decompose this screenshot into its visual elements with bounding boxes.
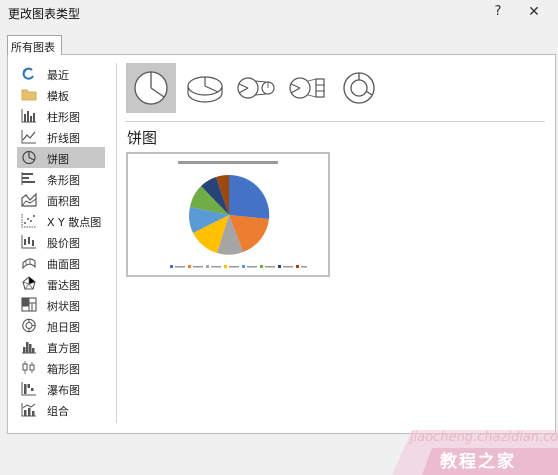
sidebar-item-treemap[interactable]: 树状图 [17,294,105,315]
sidebar-item-label: 饼图 [47,153,69,166]
sidebar-item-stock[interactable]: 股价图 [17,231,105,252]
box-whisker-chart-icon [22,361,35,374]
scatter-chart-icon [21,214,36,228]
bar-of-pie-icon [289,77,325,99]
column-chart-icon [21,109,36,123]
sidebar-item-waterfall[interactable]: 瀑布图 [17,378,105,399]
subtype-3d-pie-button[interactable] [180,63,230,113]
watermark-url: jiaocheng.chazidian.com [410,430,558,445]
dialog-title: 更改图表类型 [8,7,81,21]
radar-chart-icon [22,276,36,290]
surface-chart-icon [22,258,36,270]
sidebar-item-label: 柱形图 [47,111,80,124]
sidebar-item-label: 面积图 [47,195,80,208]
pie-of-pie-icon [237,77,275,99]
pie-chart-icon [22,150,36,165]
sidebar-item-label: 股价图 [47,237,80,250]
treemap-chart-icon [21,297,37,312]
line-chart-icon [21,130,36,144]
sidebar-item-box-whisker[interactable]: 箱形图 [17,357,105,378]
sidebar-item-label: 组合 [47,405,69,418]
sidebar-item-line[interactable]: 折线图 [17,126,105,147]
sidebar-item-label: 旭日图 [47,321,80,334]
area-chart-icon [21,192,37,207]
sunburst-chart-icon [22,318,36,333]
sidebar-item-label: 直方图 [47,342,80,355]
sidebar-item-label: 折线图 [47,132,80,145]
sidebar-item-label: 模板 [47,90,69,103]
sidebar-item-recent[interactable]: 最近 [17,63,105,84]
sidebar-item-scatter[interactable]: X Y 散点图 [17,210,105,231]
pie-slice [229,174,270,219]
sidebar-item-sunburst[interactable]: 旭日图 [17,315,105,336]
sidebar-item-label: 箱形图 [47,363,80,376]
sidebar-item-histogram[interactable]: 直方图 [17,336,105,357]
sidebar-item-pie[interactable]: 饼图 [17,147,105,168]
preview-legend [170,265,307,268]
sidebar-item-combo[interactable]: 组合 [17,399,105,420]
preview-pie [189,174,270,255]
subtype-bar-of-pie-button[interactable] [282,63,332,113]
vertical-divider [116,63,117,423]
bar-chart-icon [21,172,35,185]
sidebar-item-area[interactable]: 面积图 [17,189,105,210]
doughnut-icon [343,72,375,104]
histogram-chart-icon [22,342,36,354]
horizontal-divider [125,121,545,122]
watermark-text: 教程之家 [440,452,516,472]
subtype-pie-of-pie-button[interactable] [230,63,280,113]
sidebar-item-templates[interactable]: 模板 [17,84,105,105]
pie-icon [134,71,168,105]
combo-chart-icon [21,403,36,417]
waterfall-chart-icon [21,382,36,396]
sidebar-item-surface[interactable]: 曲面图 [17,252,105,273]
sidebar-item-label: 瀑布图 [47,384,80,397]
stock-chart-icon [21,235,36,249]
sidebar-item-radar[interactable]: 雷达图 [17,273,105,294]
folder-icon [21,89,37,101]
subtype-doughnut-button[interactable] [334,63,384,113]
chart-type-panel: 最近 模板 柱形图 折线图 饼图 条形图 面积图 X Y 散点图 股价图 曲面图… [7,54,556,434]
sidebar-item-label: 条形图 [47,174,80,187]
sidebar-item-label: 曲面图 [47,258,80,271]
chart-preview[interactable] [126,152,330,277]
title-bar: 更改图表类型 ? ✕ [0,0,558,24]
preview-chart-title [128,160,328,167]
sidebar-item-label: 雷达图 [47,279,80,292]
help-button[interactable]: ? [490,3,506,21]
sidebar-item-bar[interactable]: 条形图 [17,168,105,189]
sidebar-item-label: X Y 散点图 [47,216,102,229]
subtype-pie-button[interactable] [126,63,176,113]
tab-all-charts[interactable]: 所有图表 [7,35,62,55]
sidebar-item-label: 树状图 [47,300,80,313]
close-button[interactable]: ✕ [524,3,544,21]
tab-all-charts-label: 所有图表 [11,41,55,54]
selected-type-title: 饼图 [127,129,158,147]
3d-pie-icon [187,76,223,103]
sidebar-item-column[interactable]: 柱形图 [17,105,105,126]
recent-icon [22,67,34,80]
sidebar-item-label: 最近 [47,69,69,82]
